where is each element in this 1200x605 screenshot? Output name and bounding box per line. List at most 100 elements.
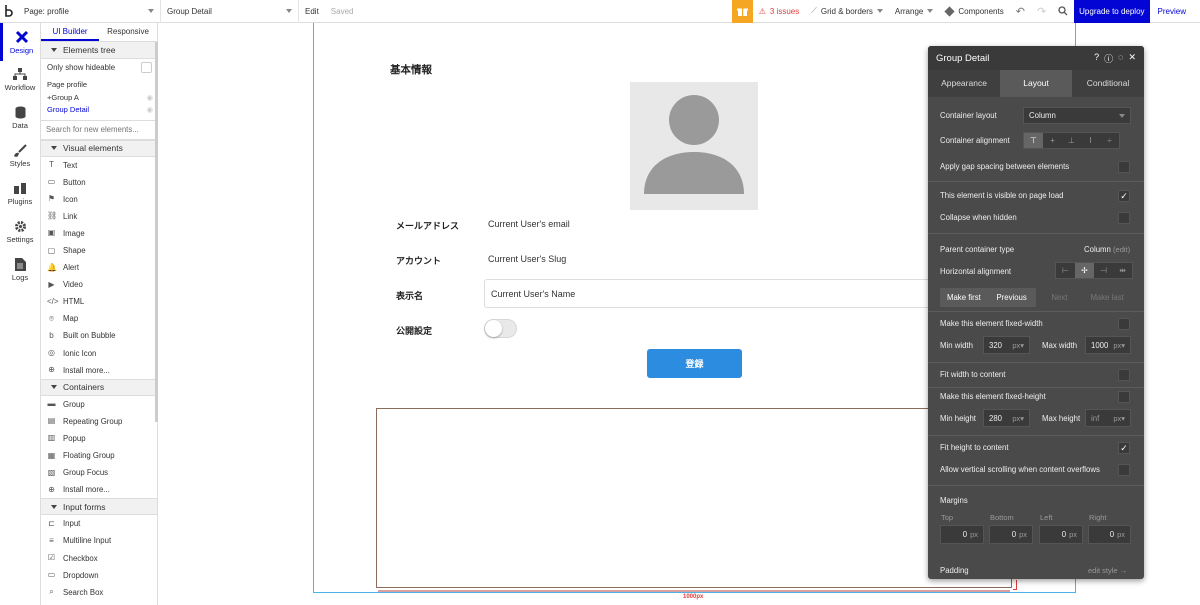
- element-link[interactable]: ⛓ Link: [41, 208, 157, 225]
- element-icon[interactable]: ⚑ Icon: [41, 191, 157, 208]
- element-multiline-input[interactable]: ≡ Multiline Input: [41, 532, 157, 549]
- visual-elements-header[interactable]: Visual elements: [41, 139, 157, 157]
- input-forms-header[interactable]: Input forms: [41, 498, 157, 516]
- gap-checkbox[interactable]: [1118, 161, 1130, 173]
- align-distribute-icon[interactable]: ÷: [1100, 133, 1119, 148]
- nav-data[interactable]: Data: [0, 99, 40, 137]
- scroll-checkbox[interactable]: [1118, 464, 1130, 476]
- search-icon[interactable]: [1052, 0, 1074, 23]
- bubble-logo-icon[interactable]: [0, 0, 18, 23]
- margin-right-input[interactable]: 0 px: [1088, 525, 1131, 544]
- fit-width-checkbox[interactable]: [1118, 369, 1130, 381]
- element-video[interactable]: ▶ Video: [41, 276, 157, 293]
- element-html[interactable]: </> HTML: [41, 293, 157, 310]
- info-icon[interactable]: ⓘ: [1104, 52, 1113, 65]
- align-left-icon[interactable]: ⊢: [1056, 263, 1075, 278]
- element-install-more[interactable]: ⊕ Install more...: [41, 481, 157, 498]
- align-stretch-icon[interactable]: I: [1081, 133, 1100, 148]
- comment-icon[interactable]: ◌: [1118, 52, 1123, 65]
- panel-scrollbar[interactable]: [155, 42, 158, 422]
- fixed-height-checkbox[interactable]: [1118, 391, 1130, 403]
- grid-borders-button[interactable]: ⟋ Grid & borders: [805, 0, 889, 23]
- edit-menu[interactable]: Edit: [299, 0, 325, 23]
- min-height-unit[interactable]: px▾: [1012, 414, 1024, 423]
- element-image[interactable]: ▣ Image: [41, 225, 157, 242]
- redo-icon[interactable]: ↷: [1031, 0, 1052, 23]
- element-group[interactable]: ▬ Group: [41, 396, 157, 413]
- parent-type-edit-link[interactable]: (edit): [1113, 245, 1130, 254]
- make-last-button[interactable]: Make last: [1083, 288, 1131, 307]
- collapse-checkbox[interactable]: [1118, 212, 1130, 224]
- components-button[interactable]: Components: [939, 0, 1009, 23]
- display-name-input[interactable]: Current User's Name: [484, 279, 934, 308]
- margin-left-input[interactable]: 0 px: [1039, 525, 1083, 544]
- nav-workflow[interactable]: Workflow: [0, 61, 40, 99]
- previous-button[interactable]: Previous: [987, 288, 1036, 307]
- align-center-icon[interactable]: ✢: [1075, 263, 1094, 278]
- min-width-unit[interactable]: px▾: [1012, 341, 1024, 350]
- tab-responsive[interactable]: Responsive: [99, 23, 157, 41]
- group-detail-box[interactable]: [376, 408, 1012, 588]
- element-button[interactable]: ▭ Button: [41, 174, 157, 191]
- tree-item-page[interactable]: Page profile: [41, 79, 157, 92]
- fixed-width-checkbox[interactable]: [1118, 318, 1130, 330]
- max-height-input[interactable]: inf px▾: [1085, 409, 1131, 427]
- help-icon[interactable]: ?: [1094, 52, 1099, 65]
- nav-design[interactable]: Design: [0, 23, 40, 61]
- align-right-icon[interactable]: ⊣: [1094, 263, 1113, 278]
- element-search-input[interactable]: [46, 125, 152, 134]
- gift-icon[interactable]: [731, 0, 753, 23]
- email-value[interactable]: Current User's email: [488, 219, 570, 229]
- tab-conditional[interactable]: Conditional: [1072, 70, 1144, 97]
- min-height-input[interactable]: 280 px▾: [983, 409, 1030, 427]
- tree-item-group-a[interactable]: +Group A ◉: [41, 92, 157, 105]
- element-map[interactable]: ⌾ Map: [41, 310, 157, 327]
- issues-button[interactable]: ⚠ 3 issues: [753, 0, 806, 23]
- account-value[interactable]: Current User's Slug: [488, 254, 566, 264]
- upgrade-button[interactable]: Upgrade to deploy: [1074, 0, 1150, 23]
- max-height-unit[interactable]: px▾: [1113, 414, 1125, 423]
- avatar-placeholder[interactable]: [630, 82, 758, 210]
- public-toggle[interactable]: [484, 319, 517, 338]
- element-floating-group[interactable]: ▦ Floating Group: [41, 447, 157, 464]
- close-icon[interactable]: ✕: [1128, 52, 1136, 65]
- element-shape[interactable]: ▢ Shape: [41, 242, 157, 259]
- element-popup[interactable]: ▥ Popup: [41, 430, 157, 447]
- align-bottom-icon[interactable]: ⊥: [1062, 133, 1081, 148]
- register-button[interactable]: 登録: [647, 349, 742, 378]
- element-search-box[interactable]: ⌕ Search Box: [41, 584, 157, 601]
- align-center-icon[interactable]: +: [1043, 133, 1062, 148]
- element-dropdown[interactable]: ▭ Dropdown: [41, 567, 157, 584]
- edit-style-link[interactable]: edit style →: [1088, 566, 1127, 575]
- align-distribute-icon[interactable]: ⇹: [1113, 263, 1132, 278]
- make-first-button[interactable]: Make first: [940, 288, 988, 307]
- tree-item-group-detail[interactable]: Group Detail ◉: [41, 104, 157, 117]
- nav-logs[interactable]: Logs: [0, 251, 40, 289]
- nav-settings[interactable]: Settings: [0, 213, 40, 251]
- element-text[interactable]: T Text: [41, 157, 157, 174]
- tab-appearance[interactable]: Appearance: [928, 70, 1000, 97]
- preview-button[interactable]: Preview: [1150, 0, 1200, 23]
- container-layout-select[interactable]: Column: [1023, 107, 1131, 124]
- undo-icon[interactable]: ↶: [1010, 0, 1031, 23]
- containers-header[interactable]: Containers: [41, 378, 157, 396]
- property-editor-header[interactable]: Group Detail ? ⓘ ◌ ✕: [928, 46, 1144, 70]
- eye-icon[interactable]: ◉: [146, 92, 153, 105]
- margin-top-input[interactable]: 0 px: [940, 525, 984, 544]
- nav-plugins[interactable]: Plugins: [0, 175, 40, 213]
- tab-ui-builder[interactable]: UI Builder: [41, 23, 99, 41]
- max-width-input[interactable]: 1000 px▾: [1085, 336, 1131, 354]
- element-selector[interactable]: Group Detail: [161, 0, 299, 23]
- page-selector[interactable]: Page: profile: [18, 0, 161, 23]
- min-width-input[interactable]: 320 px▾: [983, 336, 1030, 354]
- visible-checkbox[interactable]: ✓: [1118, 190, 1130, 202]
- element-group-focus[interactable]: ▧ Group Focus: [41, 464, 157, 481]
- element-repeating-group[interactable]: ▤ Repeating Group: [41, 413, 157, 430]
- element-ionic-icon[interactable]: ◎ Ionic Icon: [41, 345, 157, 362]
- tab-layout[interactable]: Layout: [1000, 70, 1072, 97]
- max-width-unit[interactable]: px▾: [1113, 341, 1125, 350]
- element-checkbox[interactable]: ☑ Checkbox: [41, 549, 157, 566]
- arrange-button[interactable]: Arrange: [889, 0, 939, 23]
- element-input[interactable]: ⊏ Input: [41, 515, 157, 532]
- elements-tree-header[interactable]: Elements tree: [41, 42, 157, 59]
